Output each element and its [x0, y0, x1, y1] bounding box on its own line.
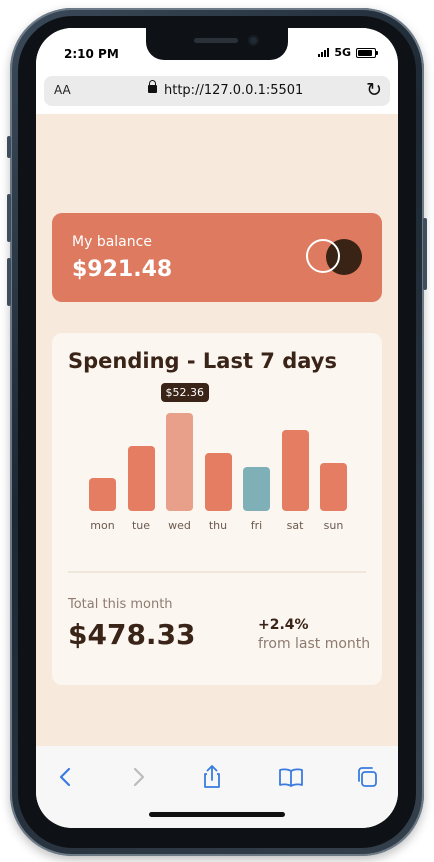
speaker	[194, 38, 238, 43]
url-text[interactable]: http://127.0.0.1:5501	[164, 83, 303, 98]
forward-icon[interactable]	[123, 762, 153, 792]
balance-card: My balance $921.48	[52, 213, 382, 302]
day-label-thu: thu	[208, 519, 228, 532]
bar-thu[interactable]	[204, 453, 232, 511]
reader-aa-button[interactable]: AA	[54, 83, 71, 97]
network-type: 5G	[334, 46, 351, 59]
bar-tooltip: $52.36	[160, 383, 209, 402]
spending-card: Spending - Last 7 days mon tue wed $52.36 th…	[52, 333, 382, 685]
logo-circle-outline	[306, 239, 340, 273]
volume-down-button	[7, 258, 11, 306]
address-bar[interactable]: AA http://127.0.0.1:5501 ↻	[44, 76, 390, 106]
lock-icon	[148, 80, 157, 93]
volume-up-button	[7, 194, 11, 242]
total-label: Total this month	[68, 597, 173, 612]
bar-sat[interactable]	[281, 430, 309, 511]
bookmarks-icon[interactable]	[276, 762, 306, 792]
bar-tue[interactable]	[127, 446, 155, 511]
day-label-fri: fri	[250, 519, 263, 532]
page-content: My balance $921.48 Spending - Last 7 day…	[36, 114, 398, 746]
day-label-mon: mon	[90, 519, 115, 532]
change-label: from last month	[258, 636, 371, 652]
bar-fri[interactable]	[243, 467, 270, 511]
notch	[146, 28, 288, 60]
status-icons: 5G	[318, 46, 378, 59]
bar-mon[interactable]	[89, 478, 116, 511]
bar-sun[interactable]	[320, 463, 347, 511]
change-value: +2.4%	[258, 617, 309, 633]
divider	[68, 571, 366, 573]
bar-wed[interactable]	[166, 413, 193, 511]
day-label-tue: tue	[131, 519, 151, 532]
spending-chart: mon tue wed $52.36 thu fri sat sun	[52, 333, 382, 553]
battery-icon	[356, 47, 378, 58]
mute-switch	[7, 136, 11, 158]
day-label-sat: sat	[286, 519, 304, 532]
back-icon[interactable]	[51, 762, 81, 792]
balance-value: $921.48	[72, 257, 173, 282]
total-value: $478.33	[68, 618, 196, 651]
browser-address-area: AA http://127.0.0.1:5501 ↻	[36, 74, 398, 114]
camera-icon	[248, 35, 259, 46]
status-time: 2:10 PM	[64, 47, 119, 61]
screen: 2:10 PM 5G AA http://127.0.0.1:5501 ↻ My…	[36, 28, 398, 828]
day-label-wed: wed	[168, 519, 191, 532]
share-icon[interactable]	[197, 762, 227, 792]
card-logo-icon	[306, 239, 364, 277]
day-label-sun: sun	[323, 519, 344, 532]
home-indicator	[149, 812, 285, 817]
reload-icon[interactable]: ↻	[366, 79, 382, 101]
balance-label: My balance	[72, 234, 152, 250]
power-button	[423, 218, 427, 290]
signal-icon	[318, 48, 330, 57]
tabs-icon[interactable]	[352, 762, 382, 792]
